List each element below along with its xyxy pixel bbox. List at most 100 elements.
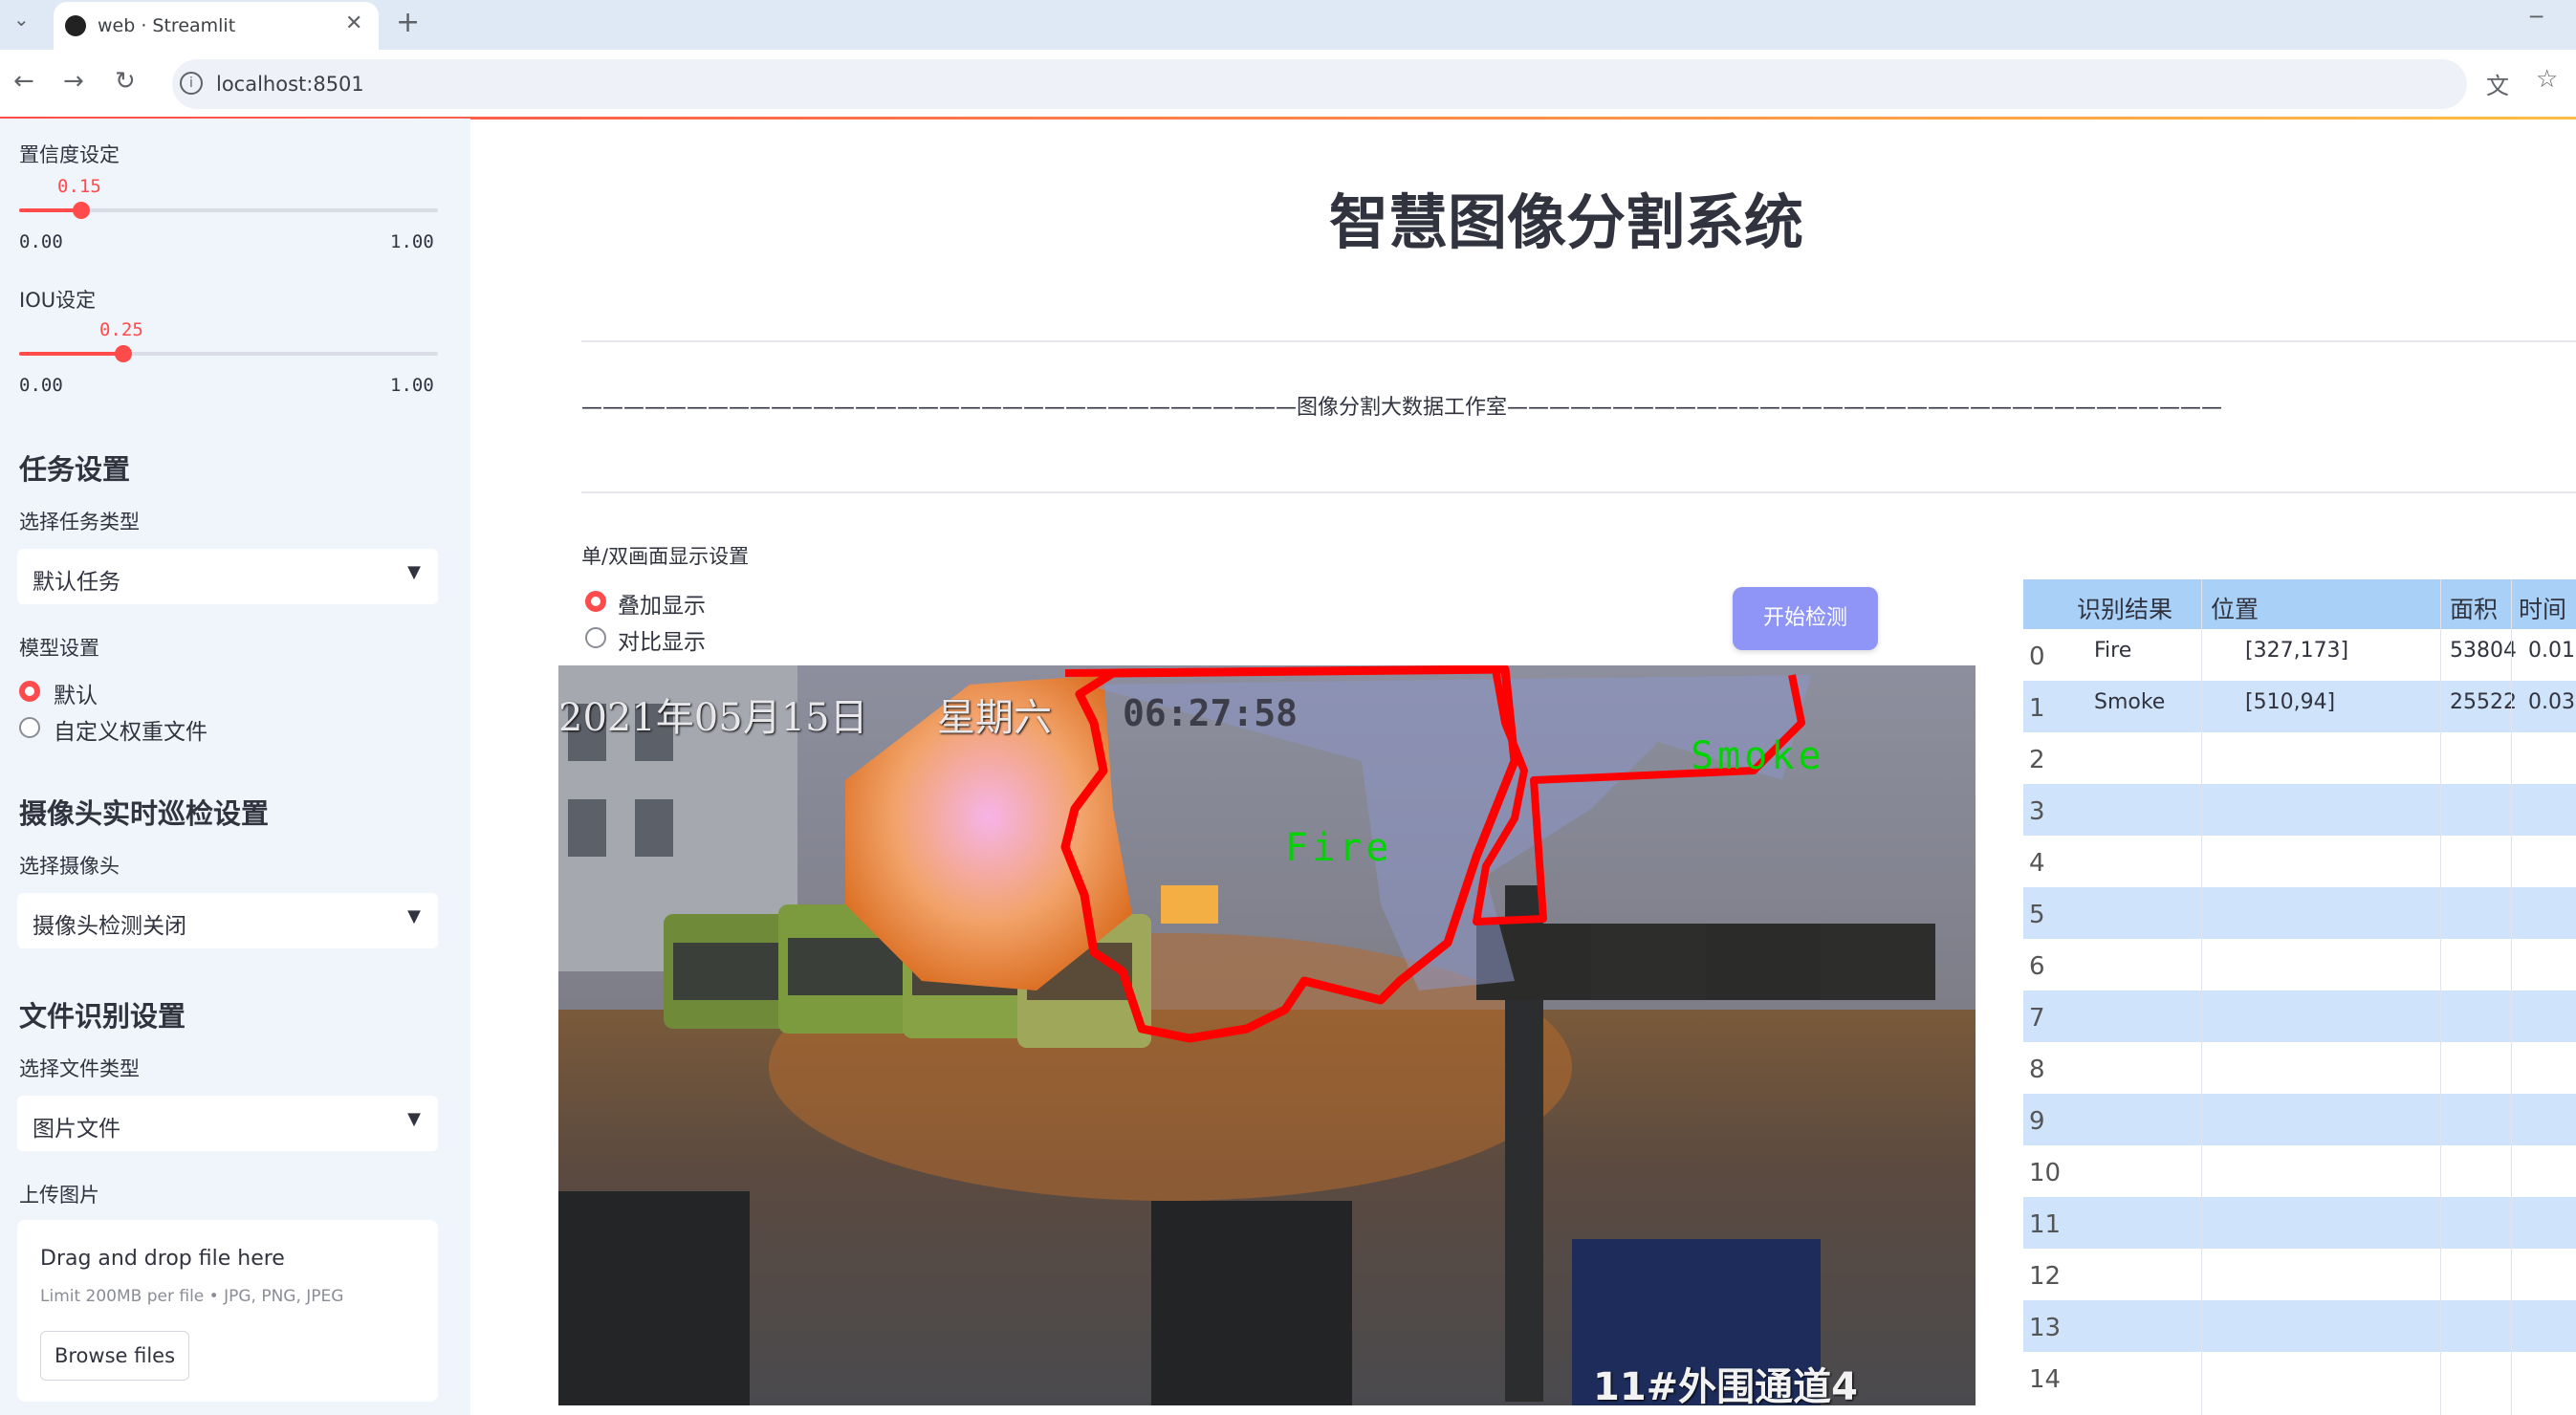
display-radio-overlay[interactable]: [585, 591, 606, 612]
col-header-time[interactable]: 时间: [2519, 591, 2566, 625]
file-type-select[interactable]: 图片文件 ▼: [17, 1096, 438, 1151]
display-option-overlay[interactable]: 叠加显示: [618, 587, 706, 620]
back-icon[interactable]: ←: [13, 67, 34, 96]
start-detection-button[interactable]: 开始检测: [1733, 587, 1878, 650]
table-row[interactable]: 10: [2023, 1145, 2576, 1197]
col-header-position[interactable]: 位置: [2211, 591, 2259, 625]
camera-select[interactable]: 摄像头检测关闭 ▼: [17, 893, 438, 948]
display-option-compare[interactable]: 对比显示: [618, 623, 706, 656]
overlay-weekday: 星期六: [937, 696, 1052, 740]
column-divider: [2511, 579, 2512, 1415]
table-row[interactable]: 4: [2023, 836, 2576, 887]
row-index: 3: [2029, 797, 2045, 826]
reload-icon[interactable]: ↻: [115, 67, 136, 96]
row-index: 13: [2029, 1314, 2062, 1342]
row-index: 2: [2029, 746, 2045, 774]
results-table[interactable]: 识别结果 位置 面积 时间 0 Fire [327,173] 53804 0.0…: [2023, 579, 2576, 1415]
overlay-camera-name: 11#外围通道4: [1593, 1365, 1859, 1405]
col-header-area[interactable]: 面积: [2450, 591, 2498, 625]
task-type-select[interactable]: 默认任务 ▼: [17, 549, 438, 604]
table-row[interactable]: 0 Fire [327,173] 53804 0.01: [2023, 629, 2576, 681]
dropzone-text: Drag and drop file here: [40, 1247, 285, 1271]
model-radio-default[interactable]: [19, 681, 40, 702]
address-bar[interactable]: i localhost:8501: [172, 59, 2467, 109]
display-radio-compare[interactable]: [585, 627, 606, 648]
row-index: 12: [2029, 1262, 2062, 1291]
table-row[interactable]: 8: [2023, 1042, 2576, 1094]
file-dropzone[interactable]: Drag and drop file here Limit 200MB per …: [17, 1220, 438, 1402]
tab-title: web · Streamlit: [98, 15, 236, 36]
row-index: 9: [2029, 1107, 2045, 1136]
site-info-icon[interactable]: i: [180, 72, 203, 95]
browse-files-button[interactable]: Browse files: [40, 1331, 189, 1381]
model-settings-label: 模型设置: [19, 637, 99, 660]
row-index: 5: [2029, 901, 2045, 929]
upload-label: 上传图片: [19, 1184, 99, 1207]
row-index: 4: [2029, 849, 2045, 878]
row-time: 0.03: [2528, 690, 2575, 714]
iou-slider-thumb[interactable]: [115, 345, 132, 362]
table-row[interactable]: 6: [2023, 939, 2576, 990]
model-option-custom[interactable]: 自定义权重文件: [54, 713, 207, 746]
url-text: localhost:8501: [216, 73, 364, 96]
iou-max: 1.00: [390, 375, 434, 396]
task-settings-header: 任务设置: [19, 453, 131, 486]
row-time: 0.01: [2528, 639, 2575, 663]
bookmark-star-icon[interactable]: ☆: [2536, 65, 2558, 94]
camera-settings-header: 摄像头实时巡检设置: [19, 797, 270, 830]
row-index: 11: [2029, 1210, 2062, 1239]
confidence-slider-thumb[interactable]: [73, 202, 90, 219]
row-index: 6: [2029, 952, 2045, 981]
model-radio-custom[interactable]: [19, 717, 40, 738]
tab-close-icon[interactable]: ✕: [345, 11, 362, 35]
row-result: Smoke: [2094, 690, 2166, 714]
detection-image: 2021年05月15日 星期六 06:27:58 11#外围通道4 Fire S…: [558, 665, 1976, 1405]
browser-tab-bar: [0, 0, 2576, 50]
table-row[interactable]: 7: [2023, 990, 2576, 1042]
confidence-min: 0.00: [19, 231, 63, 252]
display-mode-label: 单/双画面显示设置: [581, 545, 750, 568]
row-index: 1: [2029, 694, 2045, 723]
chevron-down-icon: ▼: [407, 562, 421, 582]
new-tab-icon[interactable]: +: [396, 6, 420, 39]
task-type-label: 选择任务类型: [19, 511, 140, 533]
smoke-label: Smoke: [1691, 734, 1825, 778]
column-divider: [2440, 579, 2441, 1415]
table-header: 识别结果 位置 面积 时间: [2023, 579, 2576, 629]
table-row[interactable]: 3: [2023, 784, 2576, 836]
row-area: 25522: [2450, 690, 2517, 714]
table-row[interactable]: 1 Smoke [510,94] 25522 0.03: [2023, 681, 2576, 732]
row-area: 53804: [2450, 639, 2517, 663]
table-row[interactable]: 9: [2023, 1094, 2576, 1145]
iou-slider-fill: [19, 352, 124, 356]
model-option-default[interactable]: 默认: [54, 677, 98, 709]
iou-min: 0.00: [19, 375, 63, 396]
table-row[interactable]: 12: [2023, 1249, 2576, 1300]
row-index: 8: [2029, 1056, 2045, 1084]
minimize-icon[interactable]: ─: [2530, 6, 2543, 30]
translate-icon[interactable]: 文: [2486, 67, 2509, 100]
row-index: 0: [2029, 642, 2045, 671]
table-row[interactable]: 13: [2023, 1300, 2576, 1352]
table-row[interactable]: 14: [2023, 1352, 2576, 1404]
file-type-label: 选择文件类型: [19, 1057, 140, 1080]
row-position: [510,94]: [2245, 690, 2336, 714]
confidence-max: 1.00: [390, 231, 434, 252]
streamlit-favicon-icon: [65, 15, 86, 36]
row-index: 14: [2029, 1365, 2062, 1394]
divider-bottom: [581, 491, 2576, 493]
table-row[interactable]: 2: [2023, 732, 2576, 784]
table-row[interactable]: 11: [2023, 1197, 2576, 1249]
table-row[interactable]: 5: [2023, 887, 2576, 939]
tab-list-chevron-icon[interactable]: ⌄: [13, 8, 30, 31]
file-settings-header: 文件识别设置: [19, 1000, 186, 1033]
forward-icon[interactable]: →: [63, 67, 84, 96]
column-divider: [2201, 579, 2202, 1415]
browser-tab[interactable]: web · Streamlit ✕: [54, 2, 379, 50]
row-result: Fire: [2094, 639, 2132, 663]
confidence-value: 0.15: [57, 176, 101, 197]
col-header-result[interactable]: 识别结果: [2077, 591, 2172, 625]
row-index: 10: [2029, 1159, 2062, 1187]
chevron-down-icon: ▼: [407, 1109, 421, 1129]
dropzone-limit: Limit 200MB per file • JPG, PNG, JPEG: [40, 1287, 344, 1306]
